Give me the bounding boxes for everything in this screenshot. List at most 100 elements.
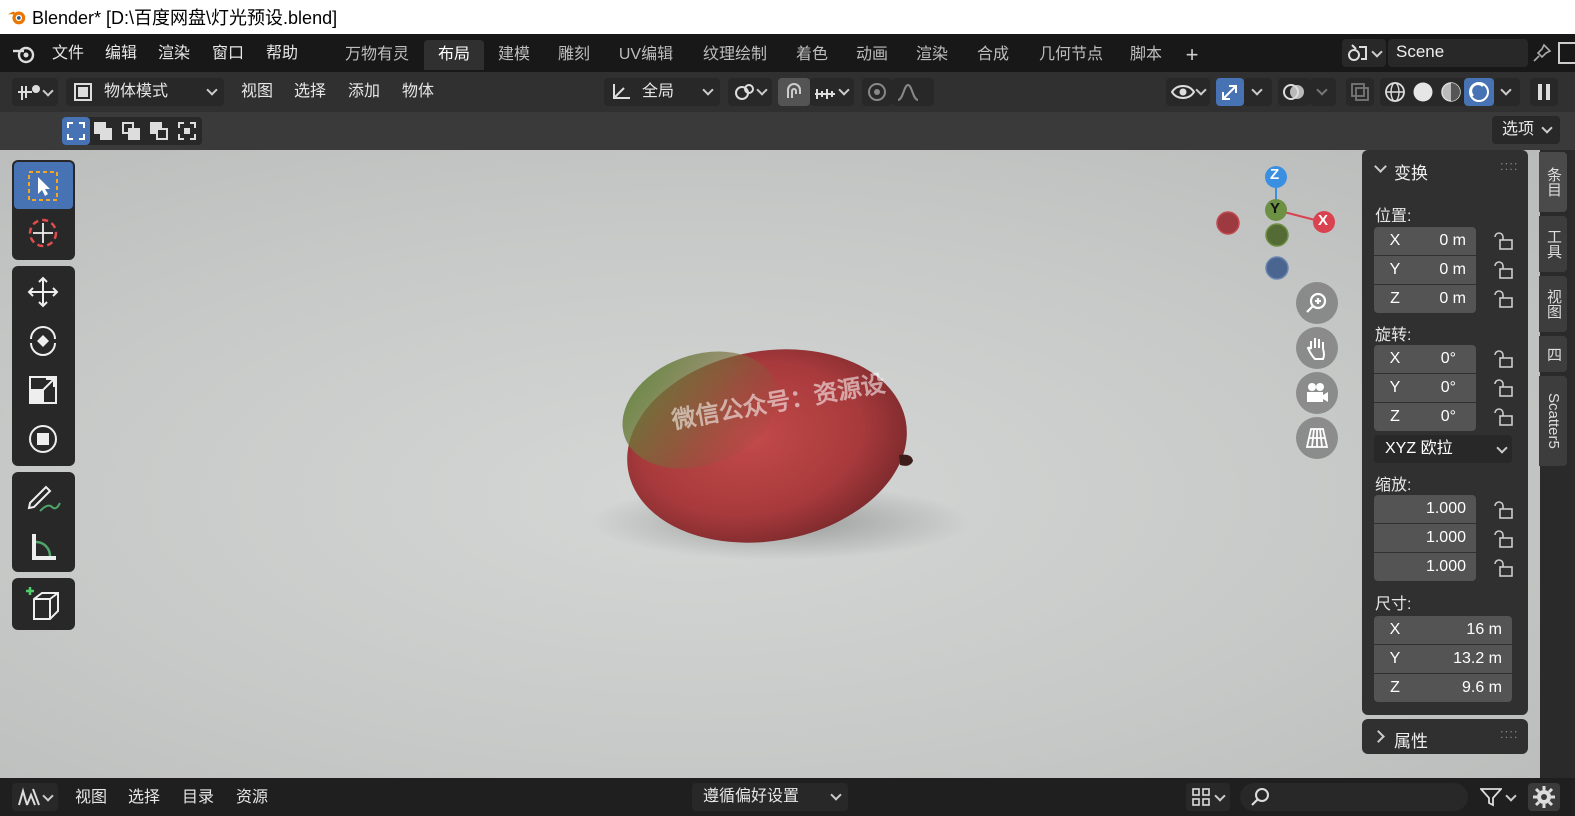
settings-button[interactable] bbox=[1528, 783, 1560, 811]
tab-modeling[interactable]: 建模 bbox=[488, 40, 540, 70]
search-input[interactable] bbox=[1240, 783, 1468, 811]
menu-select[interactable]: 选择 bbox=[128, 787, 160, 809]
snap-toggle-button[interactable] bbox=[778, 78, 810, 106]
move-tool[interactable] bbox=[14, 268, 73, 315]
lock-icon[interactable] bbox=[1492, 349, 1514, 369]
wireframe-shading-icon[interactable] bbox=[1384, 81, 1406, 103]
dimensions-y-field[interactable]: Y 13.2 m bbox=[1374, 645, 1512, 673]
lock-icon[interactable] bbox=[1492, 529, 1514, 549]
object-mode-dropdown[interactable]: 物体模式 bbox=[66, 78, 224, 106]
menu-edit[interactable]: 编辑 bbox=[105, 43, 137, 65]
scale-y-field[interactable]: 1.000 bbox=[1374, 524, 1476, 552]
snap-target-button[interactable] bbox=[810, 78, 854, 106]
pause-render-button[interactable] bbox=[1530, 78, 1558, 106]
transform-title[interactable]: 变换 bbox=[1394, 159, 1428, 184]
tab-animation[interactable]: 动画 bbox=[846, 40, 898, 70]
tab-sculpting[interactable]: 雕刻 bbox=[548, 40, 600, 70]
zoom-button[interactable] bbox=[1296, 282, 1338, 324]
rotation-mode-dropdown[interactable]: XYZ 欧拉 bbox=[1374, 435, 1512, 463]
menu-assets[interactable]: 资源 bbox=[236, 787, 268, 809]
lock-icon[interactable] bbox=[1492, 500, 1514, 520]
tab-layout[interactable]: 布局 bbox=[424, 40, 484, 70]
proportional-edit-button[interactable] bbox=[862, 78, 892, 106]
annotate-tool[interactable] bbox=[14, 474, 73, 521]
pan-button[interactable] bbox=[1296, 327, 1338, 369]
lock-icon[interactable] bbox=[1492, 378, 1514, 398]
add-cube-tool[interactable] bbox=[14, 580, 73, 627]
shading-options-button[interactable] bbox=[1494, 78, 1520, 106]
menu-render[interactable]: 渲染 bbox=[158, 43, 190, 65]
rendered-shading-button[interactable] bbox=[1464, 78, 1494, 106]
transform-tool[interactable] bbox=[14, 415, 73, 462]
tab-four[interactable]: 四 bbox=[1539, 336, 1567, 372]
menu-object[interactable]: 物体 bbox=[402, 81, 434, 103]
rotation-x-field[interactable]: X 0° bbox=[1374, 345, 1476, 373]
lock-icon[interactable] bbox=[1492, 231, 1514, 251]
select-box-tool[interactable] bbox=[14, 162, 73, 209]
menu-view[interactable]: 视图 bbox=[75, 787, 107, 809]
tab-rendering[interactable]: 渲染 bbox=[906, 40, 958, 70]
proportional-falloff-button[interactable] bbox=[892, 78, 934, 106]
select-new-button[interactable] bbox=[62, 117, 90, 145]
location-y-field[interactable]: Y 0 m bbox=[1374, 256, 1476, 284]
tab-uv-editing[interactable]: UV编辑 bbox=[610, 40, 682, 70]
pin-icon[interactable] bbox=[1532, 43, 1552, 63]
select-subtract-icon[interactable] bbox=[122, 122, 140, 140]
menu-view[interactable]: 视图 bbox=[241, 81, 273, 103]
editor-type-button[interactable] bbox=[12, 78, 58, 106]
location-x-field[interactable]: X 0 m bbox=[1374, 227, 1476, 255]
scene-selector-button[interactable] bbox=[1342, 39, 1386, 67]
menu-select[interactable]: 选择 bbox=[294, 81, 326, 103]
dimensions-x-field[interactable]: X 16 m bbox=[1374, 616, 1512, 644]
view-layer-icon[interactable] bbox=[1558, 42, 1575, 64]
solid-shading-icon[interactable] bbox=[1412, 81, 1434, 103]
blender-menu-icon[interactable] bbox=[12, 43, 36, 65]
tab-view[interactable]: 视图 bbox=[1539, 276, 1567, 332]
menu-file[interactable]: 文件 bbox=[52, 43, 84, 65]
menu-add[interactable]: 添加 bbox=[348, 81, 380, 103]
tab-shading[interactable]: 着色 bbox=[786, 40, 838, 70]
3d-viewport[interactable]: 微信公众号：资源设 Z Y X bbox=[0, 150, 1540, 778]
scale-x-field[interactable]: 1.000 bbox=[1374, 495, 1476, 523]
add-workspace-button[interactable]: + bbox=[1180, 40, 1204, 70]
location-z-field[interactable]: Z 0 m bbox=[1374, 285, 1476, 313]
dimensions-z-field[interactable]: Z 9.6 m bbox=[1374, 674, 1512, 702]
tab-geometry-nodes[interactable]: 几何节点 bbox=[1030, 40, 1112, 70]
filter-button[interactable] bbox=[1476, 783, 1520, 811]
drag-handle-icon[interactable]: :::: bbox=[1500, 726, 1518, 741]
material-preview-icon[interactable] bbox=[1440, 81, 1462, 103]
rotate-tool[interactable] bbox=[14, 317, 73, 364]
xray-toggle-button[interactable] bbox=[1346, 78, 1374, 106]
rotation-y-field[interactable]: Y 0° bbox=[1374, 374, 1476, 402]
menu-help[interactable]: 帮助 bbox=[266, 43, 298, 65]
cursor-tool[interactable] bbox=[14, 210, 73, 257]
select-extend-icon[interactable] bbox=[94, 122, 112, 140]
tab-scatter5[interactable]: Scatter5 bbox=[1539, 376, 1567, 466]
tab-texture-paint[interactable]: 纹理绘制 bbox=[694, 40, 776, 70]
lock-icon[interactable] bbox=[1492, 407, 1514, 427]
transform-orientation-dropdown[interactable]: 全局 bbox=[604, 78, 720, 106]
import-method-dropdown[interactable]: 遵循偏好设置 bbox=[692, 783, 848, 811]
lock-icon[interactable] bbox=[1492, 289, 1514, 309]
lock-icon[interactable] bbox=[1492, 260, 1514, 280]
tab-compositing[interactable]: 合成 bbox=[967, 40, 1019, 70]
scene-name-field[interactable]: Scene bbox=[1388, 39, 1528, 67]
measure-tool[interactable] bbox=[14, 523, 73, 570]
menu-window[interactable]: 窗口 bbox=[212, 43, 244, 65]
tab-scripting[interactable]: 脚本 bbox=[1120, 40, 1172, 70]
gizmo-options-button[interactable] bbox=[1244, 78, 1272, 106]
visibility-button[interactable] bbox=[1166, 78, 1210, 106]
display-mode-button[interactable] bbox=[1186, 783, 1230, 811]
scale-tool[interactable] bbox=[14, 366, 73, 413]
pivot-point-button[interactable] bbox=[728, 78, 772, 106]
select-intersect-icon[interactable] bbox=[178, 122, 196, 140]
rotation-z-field[interactable]: Z 0° bbox=[1374, 403, 1476, 431]
lock-icon[interactable] bbox=[1492, 558, 1514, 578]
collapse-chevron-icon[interactable] bbox=[1374, 160, 1387, 173]
overlays-options-button[interactable] bbox=[1310, 78, 1336, 106]
options-dropdown[interactable]: 选项 bbox=[1492, 116, 1560, 144]
tab-wanwuyouling[interactable]: 万物有灵 bbox=[336, 40, 418, 70]
gizmo-toggle-button[interactable] bbox=[1216, 78, 1244, 106]
perspective-toggle-button[interactable] bbox=[1296, 417, 1338, 459]
camera-view-button[interactable] bbox=[1296, 372, 1338, 414]
